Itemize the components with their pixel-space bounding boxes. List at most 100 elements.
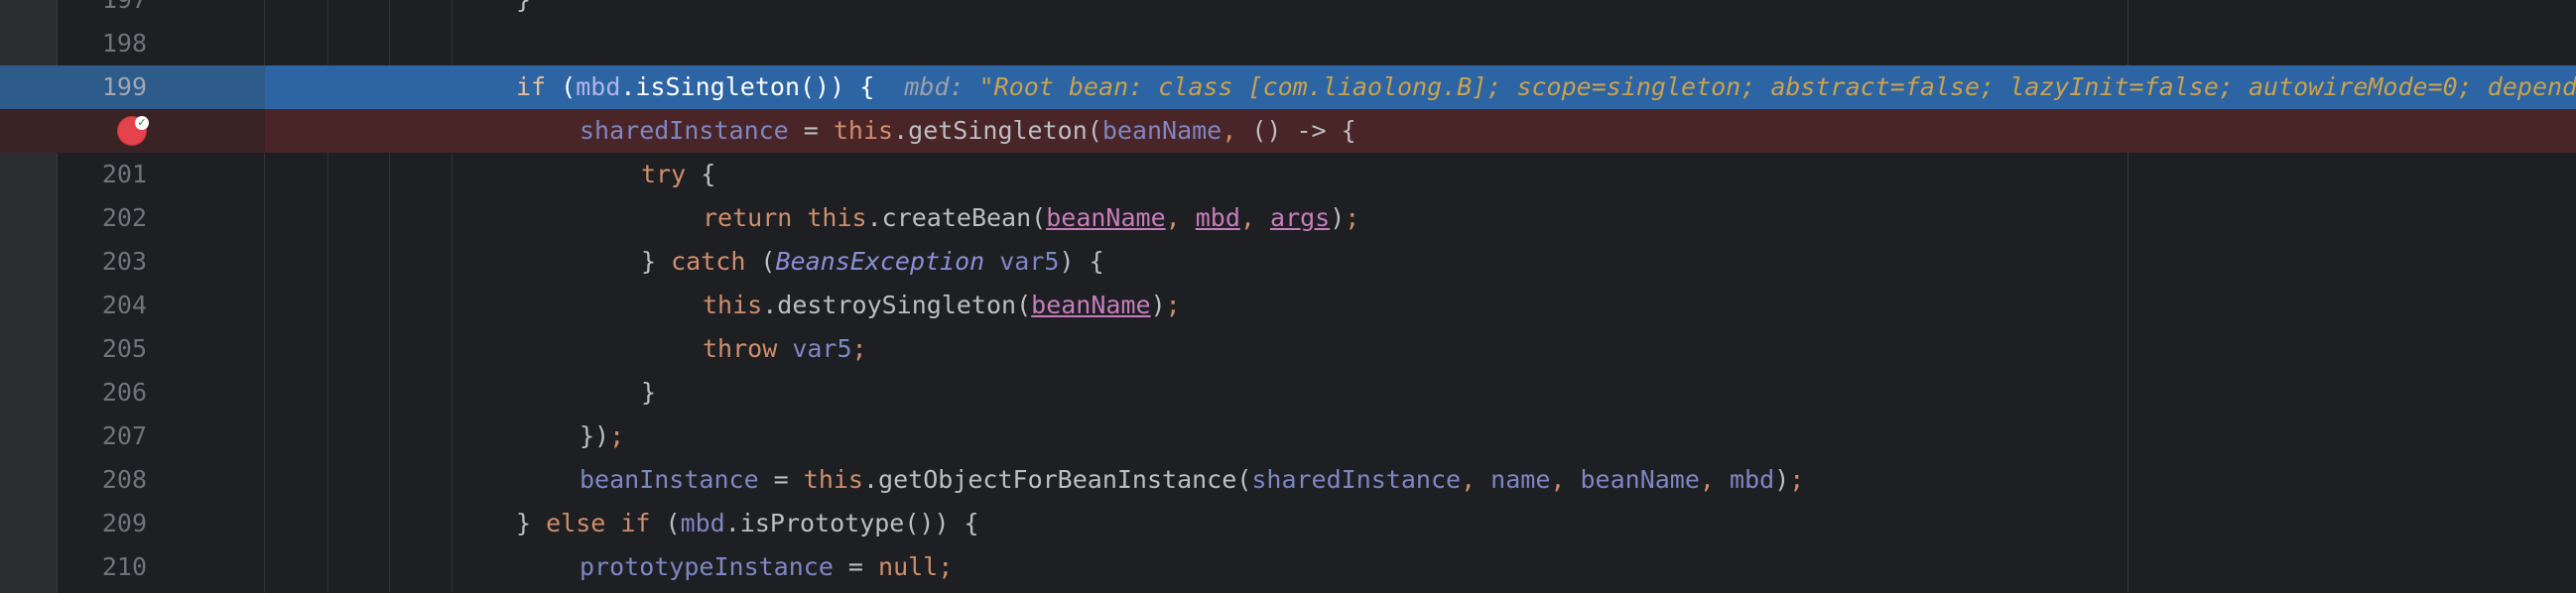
code-line[interactable]: 205 throw var5; [0,327,2576,371]
code-token: return [703,203,793,232]
code-token: ( [546,72,577,101]
check-icon: ✓ [135,116,149,130]
code-line[interactable]: 210 prototypeInstance = null; [0,545,2576,589]
execution-point-line[interactable]: 199 if (mbd.isSingleton()) { mbd: "Root b… [0,65,2576,109]
code-token: prototypeInstance [580,552,834,581]
line-number[interactable]: 199 [58,65,147,109]
code-token: , [1461,465,1491,494]
code-token: ) [1774,465,1790,494]
code-token: this [833,116,894,145]
code-text: try { [641,153,715,196]
code-token: mbd [680,509,725,537]
line-number[interactable]: 198 [58,22,147,65]
code-text: } catch (BeansException var5) { [641,240,1104,284]
code-token: ; [938,552,954,581]
code-token: { [686,160,716,188]
code-line[interactable]: 204 this.destroySingleton(beanName); [0,284,2576,327]
code-token: beanName [1101,116,1223,145]
line-highlight [265,240,2576,284]
code-token: = [758,465,804,494]
code-token: } [516,0,531,14]
line-highlight [265,196,2576,240]
code-token: args [1270,203,1331,232]
code-token: beanName [1580,465,1700,494]
code-token: }) [580,421,610,450]
line-number[interactable]: 208 [58,458,147,502]
code-text: this.destroySingleton(beanName); [703,284,1181,327]
line-number[interactable]: 206 [58,371,147,415]
code-token: , [1699,465,1731,494]
code-text: prototypeInstance = null; [580,545,953,589]
code-text: throw var5; [703,327,867,371]
code-token: .getSingleton( [893,116,1102,145]
code-editor[interactable]: 197}198199if (mbd.isSingleton()) { mbd: … [0,0,2576,593]
code-token: ( [650,509,681,537]
code-token: , [1550,465,1581,494]
code-token: .createBean( [866,203,1047,232]
code-token: mbd [1195,203,1240,232]
line-highlight [265,153,2576,196]
code-token: beanInstance [580,465,759,494]
code-token: else if [546,509,651,537]
line-highlight [265,22,2576,65]
code-token: , [1222,116,1252,145]
code-token: ; [1789,465,1805,494]
code-text: sharedInstance = this.getSingleton(beanN… [580,109,1356,153]
code-token: this [703,291,763,319]
code-token: .isSingleton()) { [620,72,875,101]
code-line[interactable]: 201 try { [0,153,2576,196]
code-text: } [641,371,656,415]
breakpoint-line[interactable]: ✓ sharedInstance = this.getSingleton(bean… [0,109,2576,153]
code-token: BeansException [775,247,985,276]
line-number[interactable]: 197 [58,0,147,22]
code-token: var5 [777,334,852,363]
code-line[interactable]: 208 beanInstance = this.getObjectForBeanI… [0,458,2576,502]
code-token: .isPrototype()) { [724,509,979,537]
line-number[interactable]: 202 [58,196,147,240]
code-token: ( [745,247,776,276]
code-token: ; [851,334,867,363]
code-text: } else if (mbd.isPrototype()) { [516,502,979,545]
code-token: = [833,552,879,581]
code-token: beanName [1031,291,1151,319]
inline-debug-value[interactable]: "Root bean: class [com.liaolong.B]; scop… [979,72,2576,101]
code-token: ) { [1059,247,1104,276]
code-token: = [788,116,834,145]
code-token: try [641,160,687,188]
code-token: this [803,465,863,494]
code-token: null [878,552,939,581]
code-token: , [1165,203,1196,232]
inline-debug-value: mbd: [874,72,979,101]
code-token: } [641,378,657,407]
code-line[interactable]: 203 } catch (BeansException var5) { [0,240,2576,284]
line-number[interactable]: 207 [58,415,147,458]
code-line[interactable]: 209} else if (mbd.isPrototype()) { [0,502,2576,545]
code-token: mbd [1730,465,1775,494]
line-number[interactable]: 209 [58,502,147,545]
code-token: } [516,509,547,537]
line-number[interactable]: 205 [58,327,147,371]
code-line[interactable]: 197} [0,0,2576,22]
code-token: ; [609,421,625,450]
line-number[interactable]: 204 [58,284,147,327]
code-token: if [516,72,547,101]
code-text: }); [580,415,624,458]
code-token: () -> { [1251,116,1356,145]
code-token: ; [1165,291,1181,319]
code-token: } [641,247,672,276]
code-line[interactable]: 207}); [0,415,2576,458]
line-number[interactable]: 203 [58,240,147,284]
code-token: ) [1330,203,1346,232]
code-line[interactable]: 198 [0,22,2576,65]
code-line[interactable]: 202 return this.createBean(beanName, mbd,… [0,196,2576,240]
line-highlight [265,327,2576,371]
line-number[interactable]: 210 [58,545,147,589]
code-token: .destroySingleton( [762,291,1032,319]
code-token: this [807,203,867,232]
code-token: .getObjectForBeanInstance( [863,465,1252,494]
code-line[interactable]: 206} [0,371,2576,415]
code-token: mbd [576,72,621,101]
line-highlight [265,371,2576,415]
line-number[interactable]: 201 [58,153,147,196]
